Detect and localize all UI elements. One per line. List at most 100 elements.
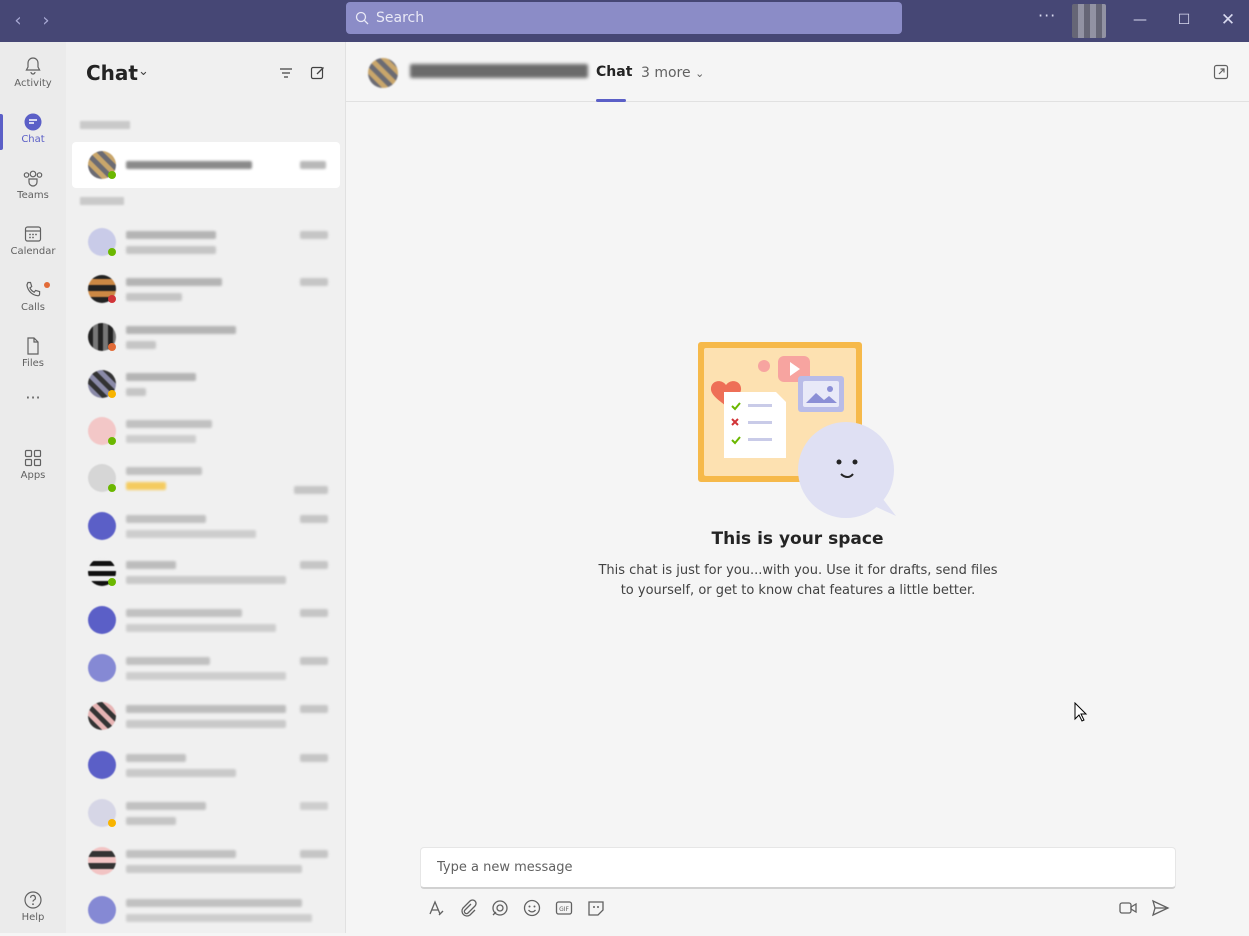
avatar — [88, 847, 116, 875]
presence-icon — [108, 578, 116, 586]
emoji-icon[interactable] — [522, 898, 542, 918]
chat-preview — [126, 341, 156, 349]
list-item[interactable] — [72, 838, 340, 884]
list-item[interactable] — [72, 597, 340, 643]
rail-label: Teams — [17, 190, 49, 201]
list-item[interactable] — [72, 455, 340, 501]
welcome-body: This chat is just for you...with you. Us… — [598, 563, 998, 598]
list-item[interactable] — [72, 790, 340, 836]
tab-active-indicator — [596, 99, 626, 102]
chat-time — [300, 561, 328, 569]
rail-item-chat[interactable]: Chat — [0, 106, 66, 158]
gif-icon[interactable]: GIF — [554, 898, 574, 918]
svg-text:GIF: GIF — [559, 906, 569, 913]
chat-list-title[interactable]: Chat — [86, 61, 138, 85]
new-chat-icon[interactable] — [309, 64, 327, 82]
list-item[interactable] — [72, 503, 340, 549]
chat-name — [126, 161, 252, 169]
settings-more-icon[interactable]: ··· — [1038, 6, 1056, 25]
rail-item-help[interactable]: Help — [0, 884, 66, 936]
filter-icon[interactable] — [277, 64, 295, 82]
chevron-right-icon[interactable]: › — [34, 9, 58, 33]
notification-dot — [44, 282, 50, 288]
list-item[interactable] — [72, 408, 340, 454]
mouse-cursor-icon — [1074, 702, 1088, 722]
list-item[interactable] — [72, 266, 340, 312]
welcome-illustration — [698, 342, 896, 518]
rail-label: Calendar — [10, 246, 56, 257]
presence-icon — [108, 390, 116, 398]
chevron-left-icon[interactable]: ‹ — [6, 9, 30, 33]
chat-name — [126, 754, 186, 762]
chat-time — [300, 161, 326, 169]
chat-name — [126, 802, 206, 810]
rail-item-teams[interactable]: Teams — [0, 162, 66, 214]
rail-item-calls[interactable]: Calls — [0, 274, 66, 326]
message-input[interactable] — [421, 848, 1121, 886]
avatar — [88, 702, 116, 730]
conversation-pane: Chat 3 more ⌄ This is your space This ch… — [346, 42, 1249, 933]
section-label-pinned[interactable] — [80, 121, 130, 129]
chat-name — [126, 467, 202, 475]
list-item[interactable] — [72, 742, 340, 788]
rail-item-calendar[interactable]: Calendar — [0, 218, 66, 270]
search-icon — [355, 11, 369, 25]
title-bar: ‹ › Search ··· — ☐ ✕ — [0, 0, 1249, 42]
tab-chat[interactable]: Chat — [596, 64, 632, 80]
meet-now-icon[interactable] — [1118, 898, 1138, 918]
chat-time — [300, 754, 328, 762]
minimize-icon[interactable]: — — [1126, 8, 1154, 32]
presence-icon — [108, 484, 116, 492]
attach-icon[interactable] — [458, 898, 478, 918]
chat-name — [126, 326, 236, 334]
list-item[interactable] — [72, 645, 340, 691]
chat-preview — [126, 246, 216, 254]
phone-icon — [26, 281, 41, 297]
presence-icon — [108, 295, 116, 303]
list-item[interactable] — [72, 314, 340, 360]
chat-list-header: Chat ⌄ — [66, 42, 346, 102]
format-icon[interactable] — [426, 898, 446, 918]
chat-name — [126, 705, 286, 713]
chevron-down-icon: ⌄ — [695, 67, 705, 80]
list-item[interactable] — [72, 142, 340, 188]
rail-label: Chat — [21, 134, 45, 145]
profile-avatar[interactable] — [1072, 4, 1106, 38]
close-icon[interactable]: ✕ — [1214, 8, 1242, 32]
maximize-icon[interactable]: ☐ — [1170, 8, 1198, 32]
list-item[interactable] — [72, 887, 340, 933]
list-item[interactable] — [72, 549, 340, 595]
chat-preview — [126, 769, 236, 777]
rail-item-activity[interactable]: Activity — [0, 50, 66, 102]
rail-item-apps[interactable]: Apps — [0, 442, 66, 494]
send-icon[interactable] — [1150, 898, 1170, 918]
list-item[interactable] — [72, 219, 340, 265]
chat-time — [300, 278, 328, 286]
list-item[interactable] — [72, 693, 340, 739]
chat-preview — [126, 530, 256, 538]
chat-preview — [126, 388, 146, 396]
avatar[interactable] — [368, 58, 398, 88]
loop-icon[interactable] — [490, 898, 510, 918]
message-composer[interactable] — [420, 847, 1176, 889]
rail-more-icon[interactable]: ··· — [0, 386, 66, 416]
chat-time — [300, 609, 328, 617]
chat-preview — [126, 914, 312, 922]
chat-name — [126, 420, 212, 428]
tab-more[interactable]: 3 more ⌄ — [641, 65, 704, 81]
chat-name — [126, 609, 242, 617]
search-input[interactable]: Search — [346, 2, 902, 34]
rail-label: Apps — [20, 470, 46, 481]
section-label-recent[interactable] — [80, 197, 124, 205]
chat-preview — [126, 293, 182, 301]
sticker-icon[interactable] — [586, 898, 606, 918]
presence-icon — [108, 171, 116, 179]
list-item[interactable] — [72, 361, 340, 407]
chevron-down-icon[interactable]: ⌄ — [138, 64, 149, 79]
chat-name — [126, 899, 302, 907]
chat-icon — [24, 113, 42, 131]
rail-item-files[interactable]: Files — [0, 330, 66, 382]
help-icon — [24, 891, 42, 909]
pop-out-icon[interactable] — [1213, 64, 1229, 80]
teams-icon — [23, 170, 43, 187]
